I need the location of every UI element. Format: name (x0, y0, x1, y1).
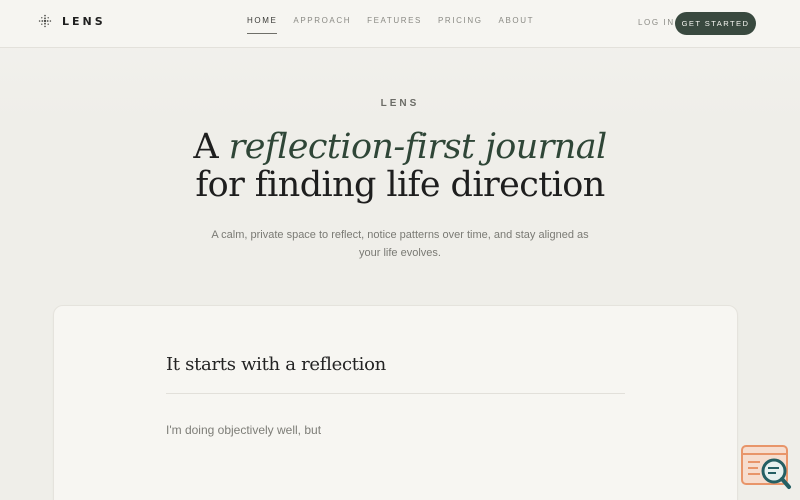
main-nav: HOME APPROACH FEATURES PRICING ABOUT (247, 16, 534, 34)
hero-eyebrow: LENS (380, 98, 420, 109)
headline-accent: reflection-first journal (228, 127, 608, 167)
brand-name: LENS (62, 14, 106, 28)
login-link[interactable]: LOG IN (638, 18, 675, 27)
nav-item-features[interactable]: FEATURES (367, 16, 422, 34)
landing-page: LENS HOME APPROACH FEATURES PRICING ABOU… (0, 0, 800, 500)
card-title: It starts with a reflection (166, 354, 386, 375)
chat-widget[interactable] (740, 444, 792, 490)
card-divider (166, 393, 625, 394)
site-header: LENS HOME APPROACH FEATURES PRICING ABOU… (0, 0, 800, 48)
headline-line2: for finding life direction (195, 165, 605, 205)
reflection-card: It starts with a reflection I'm doing ob… (53, 305, 738, 500)
hero-subtitle: A calm, private space to reflect, notice… (211, 229, 589, 259)
reflection-text: I'm doing objectively well, but (166, 423, 322, 437)
headline-prefix: A (193, 127, 229, 167)
nav-item-approach[interactable]: APPROACH (293, 16, 351, 34)
chat-search-icon (740, 445, 792, 494)
get-started-button[interactable]: GET STARTED (675, 12, 756, 35)
nav-item-about[interactable]: ABOUT (499, 16, 535, 34)
nav-item-home[interactable]: HOME (247, 16, 278, 34)
sparkle-grid-icon (38, 14, 52, 28)
nav-item-pricing[interactable]: PRICING (438, 16, 483, 34)
hero-headline: A reflection-first journal for finding l… (0, 128, 800, 204)
brand[interactable]: LENS (38, 14, 106, 28)
